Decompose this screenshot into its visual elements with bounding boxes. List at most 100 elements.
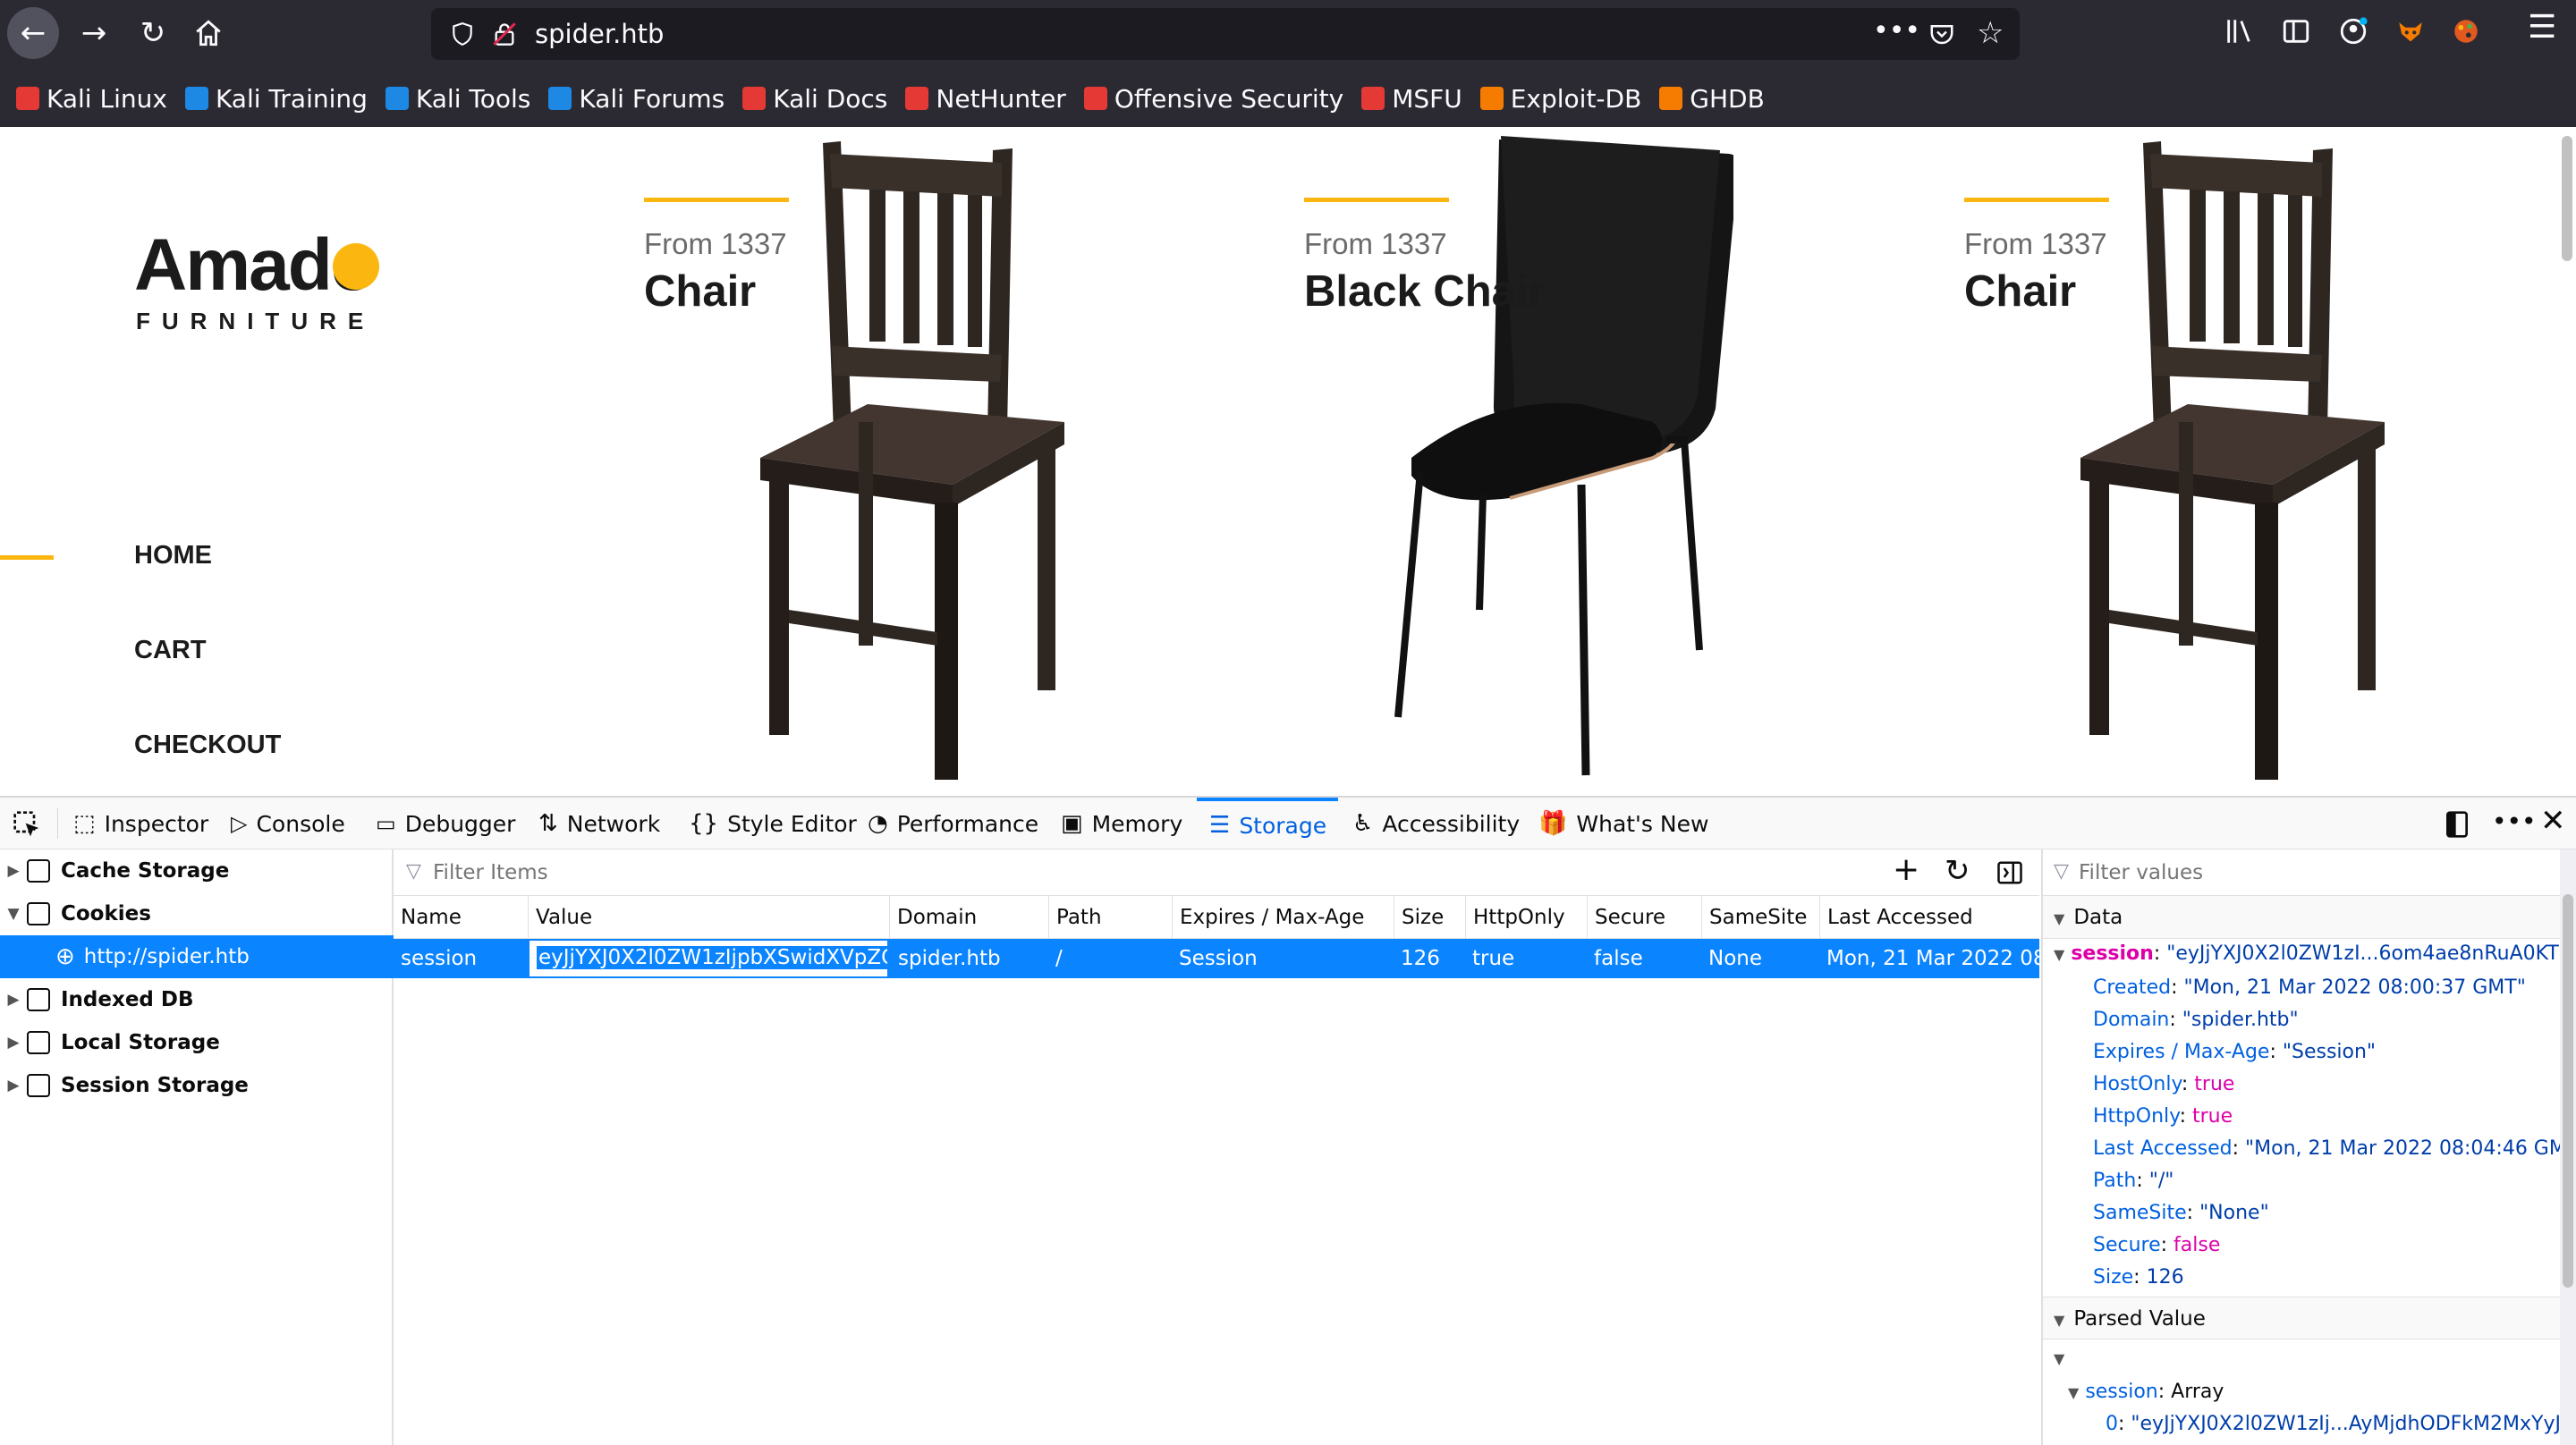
cell-domain[interactable]: spider.htb [891, 939, 1048, 978]
cookie-field-row[interactable]: Size: 126 [2093, 1266, 2184, 1289]
tree-session-storage[interactable]: ▶ Session Storage [0, 1064, 394, 1107]
col-expires[interactable]: Expires / Max-Age [1172, 896, 1394, 939]
tree-cookie-host[interactable]: ⊕ http://spider.htb [0, 935, 394, 978]
col-name[interactable]: Name [394, 896, 528, 939]
expand-arrow-icon[interactable]: ▶ [0, 1034, 27, 1052]
extension-fox-icon[interactable] [2395, 16, 2426, 46]
tab-storage[interactable]: ☰ Storage [1197, 798, 1338, 849]
tab-inspector[interactable]: ⬚ Inspector [73, 798, 208, 849]
tab-console[interactable]: ▷ Console [231, 798, 345, 849]
cell-value-text[interactable]: eyJjYXJ0X2l0ZW1zIjpbXSwidXVpZCI6Ij [537, 946, 887, 969]
expand-arrow-icon[interactable]: ▶ [0, 862, 27, 880]
filter-values-input[interactable] [2079, 857, 2544, 889]
collapse-arrow-icon[interactable]: ▼ [2068, 1384, 2079, 1401]
parsed-value-header[interactable]: ▼ Parsed Value [2043, 1297, 2562, 1339]
parsed-session-entry[interactable]: ▼ session: Array [2068, 1381, 2224, 1403]
data-section-header[interactable]: ▼ Data [2043, 896, 2562, 939]
nav-checkout[interactable]: CHECKOUT [134, 731, 281, 760]
tab-debugger[interactable]: ▭ Debugger [376, 798, 515, 849]
pocket-icon[interactable] [1928, 21, 1955, 47]
bookmark-exploit-db[interactable]: Exploit-DB [1479, 84, 1641, 114]
bookmark-ghdb[interactable]: GHDB [1659, 84, 1765, 114]
cell-httponly[interactable]: true [1465, 939, 1587, 978]
tab-whats-new[interactable]: 🎁 What's New [1538, 798, 1708, 849]
back-button[interactable]: ← [7, 7, 59, 59]
cookie-field-row[interactable]: Secure: false [2093, 1234, 2220, 1256]
element-picker-icon[interactable] [13, 810, 41, 839]
bookmark-offensive-security[interactable]: Offensive Security [1083, 84, 1343, 114]
collapse-arrow-icon[interactable]: ▼ [2054, 1312, 2064, 1329]
library-icon[interactable] [2224, 16, 2254, 46]
col-value[interactable]: Value [528, 896, 889, 939]
nav-cart[interactable]: CART [134, 636, 207, 665]
bookmark-kali-docs[interactable]: Kali Docs [742, 84, 887, 114]
tab-accessibility[interactable]: ♿ Accessibility [1352, 798, 1520, 849]
details-scrollbar[interactable] [2560, 849, 2576, 1445]
cookie-field-row[interactable]: Path: "/" [2093, 1170, 2174, 1192]
product-card[interactable]: From 1337 Chair [1964, 127, 2576, 796]
cookie-field-row[interactable]: Expires / Max-Age: "Session" [2093, 1041, 2376, 1063]
cell-value-editor[interactable]: eyJjYXJ0X2l0ZW1zIjpbXSwidXVpZCI6Ij [528, 939, 889, 978]
col-samesite[interactable]: SameSite [1701, 896, 1819, 939]
tree-cache-storage[interactable]: ▶ Cache Storage [0, 849, 394, 892]
home-button[interactable] [182, 7, 234, 59]
extension-palette-icon[interactable] [2451, 16, 2481, 46]
col-domain[interactable]: Domain [889, 896, 1048, 939]
collapse-arrow-icon[interactable]: ▼ [0, 905, 27, 923]
refresh-icon[interactable]: ↻ [1945, 853, 1970, 889]
cookie-field-row[interactable]: SameSite: "None" [2093, 1202, 2269, 1224]
product-card[interactable]: From 1337 Black Chair [1304, 127, 1966, 796]
bookmark-star-icon[interactable]: ☆ [1977, 15, 2004, 51]
col-httponly[interactable]: HttpOnly [1465, 896, 1587, 939]
table-row[interactable]: session eyJjYXJ0X2l0ZW1zIjpbXSwidXVpZCI6… [394, 939, 2039, 978]
tree-cookies[interactable]: ▼ Cookies [0, 892, 394, 935]
hamburger-menu-icon[interactable]: ☰ [2528, 9, 2556, 46]
cookie-field-row[interactable]: Domain: "spider.htb" [2093, 1009, 2299, 1031]
tab-performance[interactable]: ◔ Performance [868, 798, 1038, 849]
cell-samesite[interactable]: None [1701, 939, 1819, 978]
cell-path[interactable]: / [1048, 939, 1172, 978]
cell-last-accessed[interactable]: Mon, 21 Mar 2022 08:... [1819, 939, 2039, 978]
parsed-array-item[interactable]: 0: "eyJjYXJ0X2l0ZW1zIj...AyMjdhODFkM2MxY… [2106, 1413, 2576, 1435]
page-scrollbar[interactable] [2562, 136, 2572, 261]
dock-options-icon[interactable] [2444, 810, 2470, 839]
cell-size[interactable]: 126 [1394, 939, 1465, 978]
toggle-sidebar-icon[interactable] [1996, 860, 2023, 885]
forward-button[interactable]: → [68, 7, 120, 59]
session-entry[interactable]: ▼ session: "eyJjYXJ0X2l0ZW1zI...6om4ae8n… [2054, 942, 2576, 965]
cookie-field-row[interactable]: HttpOnly: true [2093, 1105, 2233, 1128]
cell-name[interactable]: session [394, 939, 528, 978]
tab-style-editor[interactable]: {} Style Editor [689, 798, 857, 849]
sidebar-icon[interactable] [2281, 16, 2311, 46]
tab-network[interactable]: ⇅ Network [538, 798, 660, 849]
bookmark-kali-tools[interactable]: Kali Tools [385, 84, 530, 114]
url-bar[interactable]: spider.htb ••• ☆ [431, 8, 2020, 60]
add-item-icon[interactable]: + [1893, 851, 1919, 888]
account-icon[interactable] [2338, 16, 2368, 46]
tree-indexed-db[interactable]: ▶ Indexed DB [0, 978, 394, 1021]
page-actions-icon[interactable]: ••• [1873, 15, 1920, 46]
reload-button[interactable]: ↻ [127, 7, 179, 59]
col-size[interactable]: Size [1394, 896, 1465, 939]
collapse-arrow-icon[interactable]: ▼ [2054, 946, 2064, 963]
filter-items-input[interactable] [433, 857, 1775, 889]
cookie-field-row[interactable]: Created: "Mon, 21 Mar 2022 08:00:37 GMT" [2093, 976, 2526, 999]
tree-local-storage[interactable]: ▶ Local Storage [0, 1021, 394, 1064]
cookie-field-row[interactable]: HostOnly: true [2093, 1073, 2234, 1095]
expand-arrow-icon[interactable]: ▶ [0, 991, 27, 1009]
collapse-arrow-icon[interactable]: ▼ [2054, 1350, 2064, 1367]
col-last-accessed[interactable]: Last Accessed [1819, 896, 2039, 939]
cookie-field-row[interactable]: Last Accessed: "Mon, 21 Mar 2022 08:04:4… [2093, 1137, 2576, 1160]
bookmark-kali-linux[interactable]: Kali Linux [16, 84, 167, 114]
bookmark-kali-training[interactable]: Kali Training [184, 84, 368, 114]
close-devtools-icon[interactable]: ✕ [2540, 803, 2566, 839]
nav-home[interactable]: HOME [134, 541, 212, 570]
details-scrollbar-thumb[interactable] [2563, 894, 2573, 1288]
product-card[interactable]: From 1337 Chair [644, 127, 1306, 796]
col-secure[interactable]: Secure [1587, 896, 1701, 939]
more-options-icon[interactable]: ••• [2492, 807, 2537, 836]
cell-secure[interactable]: false [1587, 939, 1701, 978]
col-path[interactable]: Path [1048, 896, 1172, 939]
bookmark-kali-forums[interactable]: Kali Forums [548, 84, 724, 114]
bookmark-nethunter[interactable]: NetHunter [905, 84, 1066, 114]
